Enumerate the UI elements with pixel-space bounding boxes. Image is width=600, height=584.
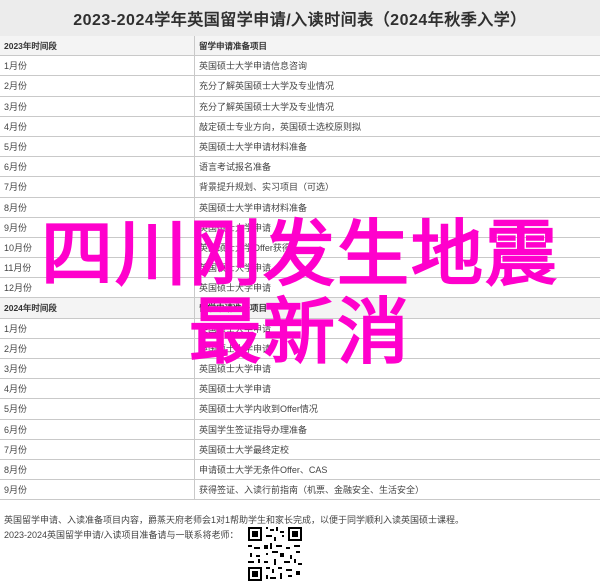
month-cell: 9月份 bbox=[0, 217, 195, 237]
task-cell: 英国硕士大学申请 bbox=[199, 222, 272, 233]
task-cell: 英国硕士大学申请 bbox=[199, 364, 272, 375]
table-row: 5月份 英国硕士大学内收到Offer情况 bbox=[0, 399, 600, 420]
table-row: 7月份 英国硕士大学最终定校 bbox=[0, 439, 600, 460]
month-cell: 3月份 bbox=[0, 359, 195, 379]
month-cell: 2月份 bbox=[0, 338, 195, 358]
task-cell: 语言考试报名准备 bbox=[199, 162, 272, 173]
month-cell: 5月份 bbox=[0, 399, 195, 419]
task-cell: 英国硕士大学Offer获得 bbox=[199, 242, 291, 253]
table-row: 8月份 申请硕士大学无条件Offer、CAS bbox=[0, 459, 600, 481]
month-cell: 3月份 bbox=[0, 96, 195, 116]
task-cell: 英国硕士大学申请 bbox=[199, 343, 272, 354]
month-cell: 8月份 bbox=[0, 459, 195, 480]
schedule-table: 2023年时间段 留学申请准备项目 1月份 英国硕士大学申请信息咨询 2月份 充分了… bbox=[0, 36, 600, 501]
header-item: 留学申请准备项目 bbox=[199, 303, 268, 314]
month-cell: 7月份 bbox=[0, 177, 195, 197]
month-cell: 9月份 bbox=[0, 480, 195, 500]
table-row: 4月份 英国硕士大学申请 bbox=[0, 379, 600, 400]
contact-text: 2023-2024英国留学申请/入读项目准备请与一联系将老师： bbox=[4, 530, 239, 540]
month-cell: 6月份 bbox=[0, 419, 195, 439]
footnote-text: 英国留学申请、入读准备项目内容，爵蒸天府老师会1对1帮助学生和家长完成，以便于同… bbox=[4, 515, 465, 525]
table-row: 1月份 英国硕士大学申请信息咨询 bbox=[0, 56, 600, 77]
table-row: 3月份 充分了解英国硕士大学及专业情况 bbox=[0, 96, 600, 117]
header-period: 2023年时间段 bbox=[0, 36, 195, 56]
task-cell: 背景提升规划、实习项目（可选） bbox=[199, 182, 335, 193]
task-cell: 英国硕士大学最终定校 bbox=[199, 444, 290, 455]
month-cell: 2月份 bbox=[0, 76, 195, 96]
table-row: 1月份 英国硕士大学申请 bbox=[0, 318, 600, 339]
qr-code-icon bbox=[246, 525, 304, 583]
table-row: 2月份 英国硕士大学申请 bbox=[0, 338, 600, 359]
task-cell: 英国学生签证指导办理准备 bbox=[199, 424, 308, 435]
table-row: 5月份 英国硕士大学申请材料准备 bbox=[0, 136, 600, 158]
table-row: 9月份 英国硕士大学申请 bbox=[0, 217, 600, 238]
table-title: 2023-2024学年英国留学申请/入读时间表（2024年秋季入学） bbox=[0, 0, 600, 37]
table-row: 10月份 英国硕士大学Offer获得 bbox=[0, 237, 600, 259]
task-cell: 英国硕士大学申请信息咨询 bbox=[199, 61, 308, 72]
table-row: 9月份 获得签证、入读行前指南（机票、金融安全、生活安全） bbox=[0, 480, 600, 501]
month-cell: 1月份 bbox=[0, 318, 195, 338]
task-cell: 英国硕士大学申请 bbox=[199, 283, 272, 294]
table-row: 6月份 英国学生签证指导办理准备 bbox=[0, 419, 600, 440]
task-cell: 申请硕士大学无条件Offer、CAS bbox=[199, 465, 328, 476]
month-cell: 4月份 bbox=[0, 116, 195, 136]
table-row: 11月份 英国硕士大学申请 bbox=[0, 258, 600, 279]
task-cell: 英国硕士大学申请 bbox=[199, 263, 272, 274]
month-cell: 10月份 bbox=[0, 237, 195, 258]
task-cell: 充分了解英国硕士大学及专业情况 bbox=[199, 81, 335, 92]
task-cell: 英国硕士大学申请材料准备 bbox=[199, 202, 308, 213]
table-row: 7月份 背景提升规划、实习项目（可选） bbox=[0, 177, 600, 198]
table-row: 8月份 英国硕士大学申请材料准备 bbox=[0, 197, 600, 218]
table-row: 2月份 充分了解英国硕士大学及专业情况 bbox=[0, 76, 600, 97]
month-cell: 4月份 bbox=[0, 379, 195, 399]
table-row: 12月份 英国硕士大学申请 bbox=[0, 278, 600, 299]
month-cell: 12月份 bbox=[0, 278, 195, 298]
task-cell: 英国硕士大学内收到Offer情况 bbox=[199, 404, 318, 415]
month-cell: 6月份 bbox=[0, 157, 195, 177]
header-period: 2024年时间段 bbox=[0, 298, 195, 318]
month-cell: 8月份 bbox=[0, 197, 195, 217]
month-cell: 7月份 bbox=[0, 439, 195, 459]
task-cell: 英国硕士大学申请 bbox=[199, 384, 272, 395]
table-header-row: 2024年时间段 留学申请准备项目 bbox=[0, 298, 600, 319]
table-row: 3月份 英国硕士大学申请 bbox=[0, 359, 600, 380]
table-row: 4月份 敲定硕士专业方向，英国硕士选校原则拟 bbox=[0, 116, 600, 137]
task-cell: 获得签证、入读行前指南（机票、金融安全、生活安全） bbox=[199, 485, 425, 496]
month-cell: 5月份 bbox=[0, 136, 195, 157]
task-cell: 英国硕士大学申请材料准备 bbox=[199, 142, 308, 153]
header-item: 留学申请准备项目 bbox=[199, 40, 268, 51]
month-cell: 1月份 bbox=[0, 56, 195, 76]
task-cell: 充分了解英国硕士大学及专业情况 bbox=[199, 101, 335, 112]
month-cell: 11月份 bbox=[0, 258, 195, 278]
task-cell: 英国硕士大学申请 bbox=[199, 323, 272, 334]
table-row: 6月份 语言考试报名准备 bbox=[0, 157, 600, 178]
table-header-row: 2023年时间段 留学申请准备项目 bbox=[0, 36, 600, 57]
task-cell: 敲定硕士专业方向，英国硕士选校原则拟 bbox=[199, 121, 362, 132]
